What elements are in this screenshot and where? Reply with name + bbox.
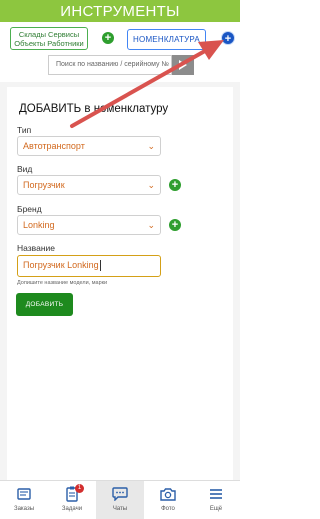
name-label: Название [17,243,55,253]
chevron-down-icon: ⌄ [147,141,155,151]
tasks-badge: 1 [75,484,84,493]
add-nomenclature-plus-icon[interactable]: + [221,31,235,45]
nav-item-tasks[interactable]: 1 Задачи [48,481,96,519]
kind-label: Вид [17,164,33,174]
locations-button[interactable]: Склады Сервисы Объекты Работники [10,27,88,50]
locations-button-line2: Объекты Работники [14,38,84,48]
camera-icon [160,486,176,502]
nomenclature-button[interactable]: НОМЕНКЛАТУРА [127,29,206,50]
orders-icon [16,486,32,502]
name-input[interactable]: Погрузчик Lonking [17,255,161,277]
add-kind-plus-icon[interactable]: + [169,179,181,191]
chat-icon [112,486,128,502]
chevron-down-icon: ⌄ [147,220,155,230]
bottom-nav: Заказы 1 Задачи Чаты Фото Ещё [0,480,240,519]
type-select-value: Автотранспорт [23,141,85,151]
nav-label-tasks: Задачи [61,506,83,512]
brand-select-value: Lonking [23,220,55,230]
chevron-down-icon: ⌄ [147,180,155,190]
nav-label-more: Ещё [209,506,223,512]
brand-select[interactable]: Lonking ⌄ [17,215,161,235]
search-input[interactable]: Поиск по названию / серийному № [48,55,172,75]
form-title: ДОБАВИТЬ в номенклатуру [19,103,169,115]
locations-button-line1: Склады Сервисы [18,29,80,39]
main-content: ДОБАВИТЬ в номенклатуру Тип Автотранспор… [0,82,240,480]
nav-item-more[interactable]: Ещё [192,481,240,519]
app-header: ИНСТРУМЕНТЫ [0,0,240,22]
nav-label-chats: Чаты [112,506,128,512]
nav-item-chats[interactable]: Чаты [96,481,144,519]
nav-label-photo: Фото [161,506,175,512]
add-brand-plus-icon[interactable]: + [169,219,181,231]
type-label: Тип [17,125,32,135]
name-hint: Допишите название модели, марки [17,280,108,286]
search-bar: Поиск по названию / серийному № [48,55,194,75]
kind-select-value: Погрузчик [23,180,65,190]
page-title: ИНСТРУМЕНТЫ [60,2,180,20]
brand-label: Бренд [17,204,42,214]
nav-item-orders[interactable]: Заказы [0,481,48,519]
search-submit-button[interactable] [172,55,194,75]
add-location-plus-icon[interactable]: + [102,32,114,44]
name-input-value: Погрузчик Lonking [23,260,99,270]
nav-label-orders: Заказы [13,506,35,512]
menu-icon [208,486,224,502]
nav-item-photo[interactable]: Фото [144,481,192,519]
add-button[interactable]: ДОБАВИТЬ [16,293,73,316]
type-select[interactable]: Автотранспорт ⌄ [17,136,161,156]
top-toolbar: Склады Сервисы Объекты Работники + НОМЕН… [0,22,240,82]
add-form-card: ДОБАВИТЬ в номенклатуру Тип Автотранспор… [7,87,233,480]
text-caret [99,260,101,272]
kind-select[interactable]: Погрузчик ⌄ [17,175,161,195]
play-arrow-icon [179,60,187,70]
